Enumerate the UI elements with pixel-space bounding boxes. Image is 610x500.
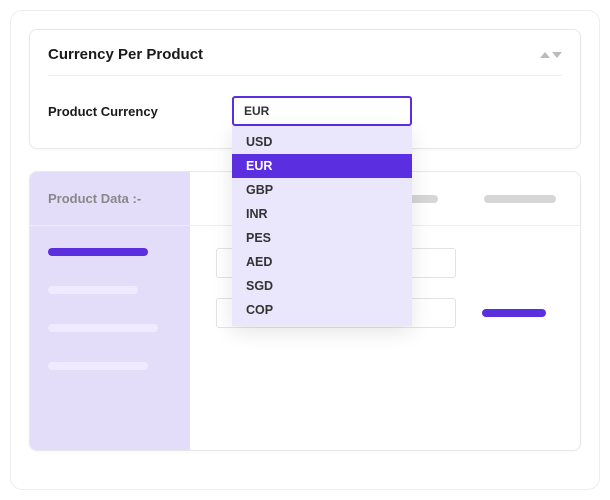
currency-panel-body: Product Currency USD EUR GBP INR PES AED…: [48, 76, 562, 126]
product-currency-label: Product Currency: [48, 104, 208, 119]
currency-panel-header: Currency Per Product: [48, 30, 562, 76]
currency-dropdown: USD EUR GBP INR PES AED SGD COP: [232, 126, 412, 326]
sidebar-item-4[interactable]: [48, 362, 148, 370]
caret-down-icon: [552, 52, 562, 58]
caret-up-icon: [540, 52, 550, 58]
currency-select-input[interactable]: [232, 96, 412, 126]
product-data-title: Product Data :-: [30, 172, 190, 225]
currency-panel: Currency Per Product Product Currency US…: [29, 29, 581, 149]
currency-option-usd[interactable]: USD: [232, 130, 412, 154]
action-button[interactable]: [482, 309, 546, 317]
currency-option-pes[interactable]: PES: [232, 226, 412, 250]
sidebar-item-3[interactable]: [48, 324, 158, 332]
currency-option-eur[interactable]: EUR: [232, 154, 412, 178]
product-data-sidebar: [30, 226, 190, 450]
app-frame: Currency Per Product Product Currency US…: [10, 10, 600, 490]
currency-option-gbp[interactable]: GBP: [232, 178, 412, 202]
sidebar-item-2[interactable]: [48, 286, 138, 294]
sidebar-item-active[interactable]: [48, 248, 148, 256]
tab-placeholder-2[interactable]: [484, 195, 556, 203]
currency-option-aed[interactable]: AED: [232, 250, 412, 274]
currency-panel-title: Currency Per Product: [48, 46, 203, 63]
currency-option-inr[interactable]: INR: [232, 202, 412, 226]
currency-select-wrap: USD EUR GBP INR PES AED SGD COP: [232, 96, 412, 126]
currency-option-cop[interactable]: COP: [232, 298, 412, 322]
panel-collapse-toggle[interactable]: [540, 52, 562, 58]
currency-option-sgd[interactable]: SGD: [232, 274, 412, 298]
